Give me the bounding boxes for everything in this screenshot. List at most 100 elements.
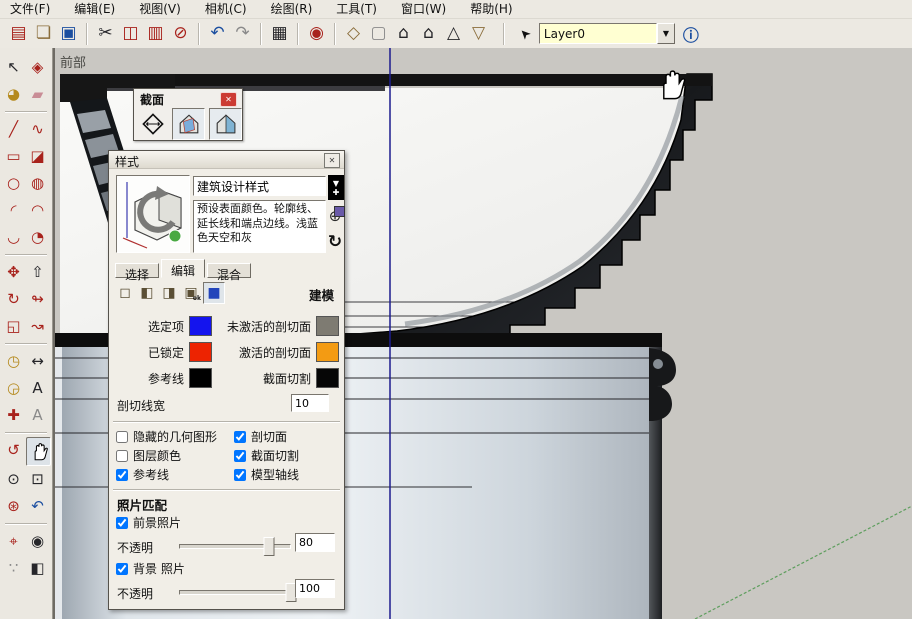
look-around-tool[interactable]: ◉	[26, 528, 49, 555]
guides-checkbox[interactable]	[116, 469, 128, 481]
model-axes-checkbox[interactable]	[234, 469, 246, 481]
section-plane-button[interactable]	[137, 109, 168, 139]
hidden-geometry-checkbox[interactable]	[116, 431, 128, 443]
polygon-tool[interactable]: ◍	[26, 170, 49, 197]
section-plane-tool[interactable]: ◧	[26, 555, 49, 582]
detail-menu-button[interactable]: ▼ ✚	[328, 175, 344, 200]
checkbox-color-by-layer[interactable]: 图层颜色	[116, 447, 234, 464]
three-point-arc-tool[interactable]: ◡	[2, 224, 25, 251]
style-name-input[interactable]	[193, 176, 326, 196]
previous-view-tool[interactable]: ↶	[26, 493, 49, 520]
rotated-rectangle-tool[interactable]: ◪	[26, 143, 49, 170]
save-icon[interactable]: ▣	[56, 22, 81, 46]
menu-edit[interactable]: 编辑(E)	[64, 0, 129, 19]
menu-view[interactable]: 视图(V)	[129, 0, 195, 19]
orbit-tool[interactable]: ↺	[2, 437, 25, 464]
styles-dialog-titlebar[interactable]: 样式 ✕	[109, 151, 344, 169]
text-tool[interactable]: A	[26, 375, 49, 402]
pan-tool[interactable]	[26, 437, 51, 466]
bg-opacity-input[interactable]	[295, 579, 335, 598]
print-icon[interactable]: ▦	[267, 22, 292, 46]
checkbox-hidden-geometry[interactable]: 隐藏的几何图形	[116, 428, 234, 445]
foreground-photo-checkbox[interactable]	[116, 517, 128, 529]
erase-icon[interactable]: ⊘	[168, 22, 193, 46]
arc-tool[interactable]: ◜	[2, 197, 25, 224]
face-settings-icon[interactable]: ◧	[137, 283, 157, 303]
tab-select[interactable]: 选择	[115, 263, 159, 278]
layer-field[interactable]: Layer0	[539, 23, 657, 44]
checkbox-foreground-photo[interactable]: 前景照片	[116, 514, 181, 531]
checkbox-section-cuts[interactable]: 截面切割	[234, 447, 342, 464]
position-camera-tool[interactable]: ⌖	[2, 528, 25, 555]
swatch-active-section[interactable]	[316, 342, 339, 362]
menu-window[interactable]: 窗口(W)	[391, 0, 460, 19]
top-view-icon[interactable]: ▽	[466, 22, 491, 46]
axes-tool[interactable]: ✚	[2, 402, 25, 429]
freehand-tool[interactable]: ∿	[26, 116, 49, 143]
cut-icon[interactable]: ✂	[93, 22, 118, 46]
offset-tool[interactable]: ↝	[26, 313, 49, 340]
pie-tool[interactable]: ◔	[26, 224, 49, 251]
section-toolbar-close-button[interactable]: ✕	[220, 92, 237, 107]
update-style-button[interactable]: ↻	[324, 231, 346, 253]
checkbox-section-planes[interactable]: 剖切面	[234, 428, 342, 445]
eraser-tool[interactable]: ▰	[26, 81, 49, 108]
swatch-locked[interactable]	[189, 342, 212, 362]
create-style-button[interactable]: ⊕	[324, 205, 346, 227]
entity-info-icon[interactable]: ⓘ	[683, 22, 699, 46]
watermark-settings-icon[interactable]: ▣ ok	[181, 283, 201, 303]
zoom-extents-tool[interactable]: ⊛	[2, 493, 25, 520]
circle-tool[interactable]: ○	[2, 170, 25, 197]
swatch-section-cut[interactable]	[316, 368, 339, 388]
menu-file[interactable]: 文件(F)	[0, 0, 64, 19]
display-section-cuts-button[interactable]	[209, 108, 242, 140]
color-by-layer-checkbox[interactable]	[116, 450, 128, 462]
walk-tool[interactable]: ∵	[2, 555, 25, 582]
iso-view-icon[interactable]: ◇	[341, 22, 366, 46]
zoom-window-tool[interactable]: ⊡	[26, 466, 49, 493]
tab-edit[interactable]: 编辑	[161, 259, 205, 278]
edge-settings-icon[interactable]: ◻	[115, 283, 135, 303]
two-point-arc-tool[interactable]: ◠	[26, 197, 49, 224]
section-planes-checkbox[interactable]	[234, 431, 246, 443]
checkbox-model-axes[interactable]: 模型轴线	[234, 466, 342, 483]
paste-icon[interactable]: ▥	[143, 22, 168, 46]
modeling-settings-icon[interactable]: ■	[203, 282, 225, 304]
model-info-icon[interactable]: ◉	[304, 22, 329, 46]
fg-opacity-input[interactable]	[295, 533, 335, 552]
fg-opacity-slider[interactable]	[179, 537, 291, 554]
new-document-icon[interactable]: ▤	[6, 22, 31, 46]
dimensions-tool[interactable]: ↔	[26, 348, 49, 375]
section-cuts-checkbox[interactable]	[234, 450, 246, 462]
menu-help[interactable]: 帮助(H)	[460, 0, 526, 19]
tape-measure-tool[interactable]: ◷	[2, 348, 25, 375]
undo-icon[interactable]: ↶	[205, 22, 230, 46]
checkbox-guides[interactable]: 参考线	[116, 466, 234, 483]
scale-tool[interactable]: ◱	[2, 313, 25, 340]
line-tool[interactable]: ╱	[2, 116, 25, 143]
open-icon[interactable]: ❏	[31, 22, 56, 46]
rectangle-tool[interactable]: ▭	[2, 143, 25, 170]
paint-bucket-tool[interactable]: ◕	[2, 81, 25, 108]
background-settings-icon[interactable]: ◨	[159, 283, 179, 303]
swatch-inactive-section[interactable]	[316, 316, 339, 336]
background-photo-checkbox[interactable]	[116, 563, 128, 575]
copy-icon[interactable]: ◫	[118, 22, 143, 46]
menu-draw[interactable]: 绘图(R)	[261, 0, 327, 19]
left-view-icon[interactable]: △	[441, 22, 466, 46]
style-description[interactable]: 预设表面颜色。轮廓线、延长线和端点边线。浅蓝色天空和灰	[193, 200, 326, 253]
select-tool[interactable]: ↖	[2, 54, 25, 81]
tab-mix[interactable]: 混合	[207, 263, 251, 278]
push-pull-tool[interactable]: ⇧	[26, 259, 49, 286]
front-view-icon[interactable]: ⌂	[391, 22, 416, 46]
checkbox-background-photo[interactable]: 背景 照片	[116, 560, 185, 577]
move-tool[interactable]: ✥	[2, 259, 25, 286]
styles-dialog-close-button[interactable]: ✕	[324, 153, 340, 168]
menu-camera[interactable]: 相机(C)	[195, 0, 261, 19]
zoom-tool[interactable]: ⊙	[2, 466, 25, 493]
back-view-icon[interactable]: ⌂	[416, 22, 441, 46]
make-component-tool[interactable]: ◈	[26, 54, 49, 81]
xray-view-icon[interactable]: ▢	[366, 22, 391, 46]
section-line-width-input[interactable]	[291, 394, 329, 412]
three-d-text-tool[interactable]: A	[26, 402, 49, 429]
